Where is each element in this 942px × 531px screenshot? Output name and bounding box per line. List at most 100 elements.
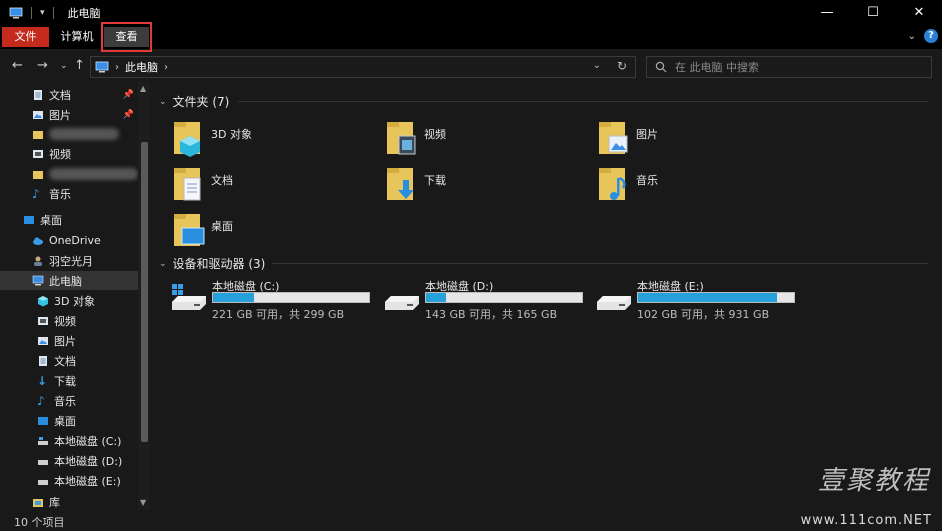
nav-item-this-pc[interactable]: 此电脑 bbox=[0, 271, 138, 290]
nav-item-blurred-folder[interactable] bbox=[0, 124, 138, 143]
recent-locations-icon[interactable]: ⌄ bbox=[60, 61, 68, 71]
download-arrow-icon: ↓ bbox=[37, 373, 48, 388]
nav-item-videos[interactable]: 视频 bbox=[0, 311, 138, 330]
desktop-icon bbox=[24, 215, 34, 224]
scroll-down-icon[interactable]: ▼ bbox=[140, 498, 146, 507]
nav-item-drive-e[interactable]: 本地磁盘 (E:) bbox=[0, 471, 138, 490]
drive-icon bbox=[38, 479, 48, 485]
nav-item-label: 下载 bbox=[54, 374, 76, 388]
nav-item-downloads[interactable]: ↓ 下载 bbox=[0, 371, 138, 390]
desktop-icon bbox=[38, 416, 48, 425]
nav-item-3d-objects[interactable]: 3D 对象 bbox=[0, 291, 138, 310]
nav-item-label: 本地磁盘 (C:) bbox=[54, 434, 122, 448]
nav-item-label: 库 bbox=[49, 495, 60, 509]
nav-item-documents[interactable]: 文档 bbox=[0, 351, 138, 370]
group-title: 设备和驱动器 (3) bbox=[172, 257, 266, 271]
nav-item-videos[interactable]: 视频 bbox=[0, 144, 138, 163]
minimize-button[interactable]: — bbox=[804, 0, 850, 25]
folder-label: 视频 bbox=[424, 128, 446, 141]
breadcrumb-this-pc[interactable]: 此电脑 bbox=[125, 59, 158, 75]
music-icon: ♪ bbox=[32, 186, 40, 201]
nav-item-music[interactable]: ♪ 音乐 bbox=[0, 184, 138, 203]
folder-desktop[interactable]: 桌面 bbox=[172, 210, 372, 254]
folder-label: 3D 对象 bbox=[211, 128, 252, 141]
folder-label: 文档 bbox=[211, 174, 233, 187]
nav-item-blurred-folder[interactable] bbox=[0, 164, 138, 183]
computer-icon bbox=[9, 7, 23, 18]
cloud-icon bbox=[33, 236, 43, 245]
folder-music-icon bbox=[599, 168, 626, 200]
tab-file[interactable]: 文件 bbox=[2, 27, 49, 47]
folder-videos[interactable]: 视频 bbox=[385, 118, 585, 162]
folder-music[interactable]: 音乐 bbox=[597, 164, 797, 208]
folder-documents[interactable]: 文档 bbox=[172, 164, 372, 208]
drive-usage-fill bbox=[638, 293, 777, 302]
forward-arrow-icon[interactable]: → bbox=[37, 58, 48, 73]
folders-group-header[interactable]: ⌄ 文件夹 (7) bbox=[159, 93, 229, 110]
navigation-pane: 文档 📌 图片 📌 视频 ♪ 音乐 桌面 OneDrive 羽空光月 此电脑 3… bbox=[0, 82, 150, 510]
address-bar[interactable]: › 此电脑 › ⌄ ↻ bbox=[90, 56, 636, 78]
user-icon bbox=[34, 256, 42, 266]
scrollbar-thumb[interactable] bbox=[141, 142, 148, 442]
search-box[interactable] bbox=[646, 56, 932, 78]
drive-d[interactable]: 本地磁盘 (D:) 143 GB 可用，共 165 GB bbox=[383, 278, 593, 322]
breadcrumb-chevron-icon[interactable]: › bbox=[164, 62, 168, 73]
back-arrow-icon[interactable]: ← bbox=[12, 58, 23, 73]
pin-icon[interactable]: 📌 bbox=[123, 90, 134, 100]
folder-downloads[interactable]: 下载 bbox=[385, 164, 585, 208]
breadcrumb-chevron-icon[interactable]: › bbox=[115, 62, 119, 73]
nav-item-label: 桌面 bbox=[40, 213, 62, 227]
blurred-label bbox=[49, 127, 119, 140]
nav-item-libraries[interactable]: 库 bbox=[0, 492, 138, 511]
title-separator bbox=[31, 6, 32, 19]
nav-item-onedrive[interactable]: OneDrive bbox=[0, 231, 138, 250]
nav-item-desktop[interactable]: 桌面 bbox=[0, 411, 138, 430]
nav-item-desktop[interactable]: 桌面 bbox=[0, 210, 138, 229]
nav-item-user[interactable]: 羽空光月 bbox=[0, 251, 138, 270]
watermark-url: www.111com.NET bbox=[800, 513, 932, 528]
drive-usage-bar bbox=[425, 292, 583, 303]
folder-pictures[interactable]: 图片 bbox=[597, 118, 797, 162]
search-input[interactable] bbox=[675, 60, 915, 74]
system-drive-icon bbox=[172, 284, 206, 310]
chevron-down-icon[interactable]: ⌄ bbox=[159, 97, 167, 107]
nav-item-music[interactable]: ♪ 音乐 bbox=[0, 391, 138, 410]
scroll-up-icon[interactable]: ▲ bbox=[140, 84, 146, 93]
nav-item-label: 文档 bbox=[49, 88, 71, 102]
nav-item-pictures[interactable]: 图片 📌 bbox=[0, 105, 138, 124]
drive-e[interactable]: 本地磁盘 (E:) 102 GB 可用，共 931 GB bbox=[595, 278, 805, 322]
nav-item-label: 图片 bbox=[49, 108, 71, 122]
expand-ribbon-icon[interactable]: ⌄ bbox=[908, 31, 916, 42]
close-button[interactable]: ✕ bbox=[896, 0, 942, 25]
nav-item-label: 视频 bbox=[54, 314, 76, 328]
nav-scrollbar[interactable]: ▲ ▼ bbox=[138, 82, 150, 510]
search-icon bbox=[655, 61, 667, 73]
nav-item-label: 视频 bbox=[49, 147, 71, 161]
nav-item-drive-d[interactable]: 本地磁盘 (D:) bbox=[0, 451, 138, 470]
nav-item-label: 音乐 bbox=[54, 394, 76, 408]
quick-access-dropdown-icon[interactable]: ▾ bbox=[40, 8, 45, 18]
music-icon: ♪ bbox=[37, 393, 45, 408]
drive-icon bbox=[38, 436, 48, 445]
nav-item-documents[interactable]: 文档 📌 bbox=[0, 85, 138, 104]
nav-item-label: 图片 bbox=[54, 334, 76, 348]
maximize-button[interactable]: ☐ bbox=[850, 0, 896, 25]
address-dropdown-icon[interactable]: ⌄ bbox=[593, 60, 601, 71]
folder-3d-objects[interactable]: 3D 对象 bbox=[172, 118, 372, 162]
help-icon[interactable]: ? bbox=[924, 29, 938, 43]
nav-item-label: 3D 对象 bbox=[54, 294, 95, 308]
folder-icon bbox=[33, 170, 43, 179]
drive-icon bbox=[597, 296, 631, 310]
pin-icon[interactable]: 📌 bbox=[123, 110, 134, 120]
drive-free-space: 102 GB 可用，共 931 GB bbox=[637, 308, 770, 321]
drives-group-header[interactable]: ⌄ 设备和驱动器 (3) bbox=[159, 255, 265, 272]
up-arrow-icon[interactable]: ↑ bbox=[74, 58, 85, 73]
cube-icon bbox=[38, 295, 48, 306]
drive-c[interactable]: 本地磁盘 (C:) 221 GB 可用，共 299 GB bbox=[170, 278, 380, 322]
refresh-icon[interactable]: ↻ bbox=[617, 59, 627, 73]
nav-item-pictures[interactable]: 图片 bbox=[0, 331, 138, 350]
tab-computer[interactable]: 计算机 bbox=[55, 27, 99, 47]
chevron-down-icon[interactable]: ⌄ bbox=[159, 259, 167, 269]
item-count: 10 个项目 bbox=[14, 516, 65, 529]
nav-item-drive-c[interactable]: 本地磁盘 (C:) bbox=[0, 431, 138, 450]
